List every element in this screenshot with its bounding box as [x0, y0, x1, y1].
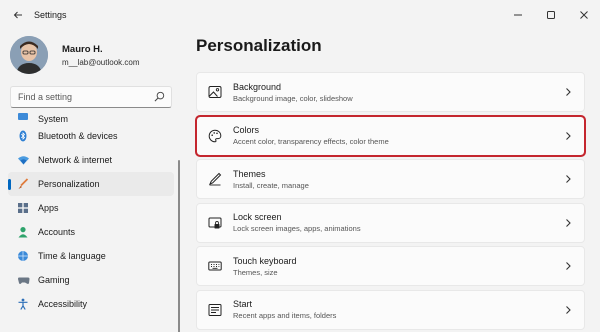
card-title: Lock screen [233, 212, 282, 222]
sidebar-item-apps[interactable]: Apps [8, 196, 174, 220]
profile-name: Mauro H. [62, 43, 103, 55]
chevron-right-icon [566, 305, 571, 314]
start-icon [207, 302, 223, 318]
chevron-right-icon [566, 88, 571, 96]
sidebar: Mauro H. m__lab@outlook.com System Bluet… [0, 30, 190, 332]
sidebar-item-system[interactable]: System [8, 110, 174, 124]
chevron-right-icon [566, 218, 571, 227]
setting-card-themes[interactable]: Themes Install, create, manage [196, 159, 585, 199]
card-subtitle: Background image, color, slideshow [233, 93, 353, 103]
sidebar-item-label: Accounts [38, 227, 76, 237]
sidebar-item-label: Personalization [38, 179, 100, 189]
setting-card-colors[interactable]: Colors Accent color, transparency effect… [195, 114, 586, 157]
sidebar-item-label: System [38, 114, 69, 124]
card-title: Colors [233, 125, 260, 135]
sidebar-nav: System Bluetooth & devices Network & int… [8, 110, 174, 316]
maximize-icon [546, 11, 555, 19]
chevron-right-icon [566, 262, 571, 270]
setting-card-lock-screen[interactable]: Lock screen Lock screen images, apps, an… [196, 202, 585, 243]
brush-icon [16, 177, 30, 191]
palette-icon [207, 128, 223, 144]
settings-list: Background Background image, color, slid… [195, 72, 586, 332]
bluetooth-icon [16, 129, 30, 143]
minimize-button[interactable] [501, 0, 534, 30]
card-title: Touch keyboard [233, 255, 297, 266]
apps-icon [16, 201, 30, 215]
maximize-button[interactable] [534, 0, 567, 30]
image-icon [207, 84, 223, 100]
card-subtitle: Accent color, transparency effects, colo… [233, 137, 389, 146]
search-icon[interactable] [154, 91, 165, 102]
setting-card-start[interactable]: Start Recent apps and items, folders [196, 289, 585, 330]
sidebar-item-accessibility[interactable]: Accessibility [8, 292, 174, 316]
close-icon [579, 11, 588, 19]
globe-clock-icon [16, 249, 30, 263]
sidebar-item-time-language[interactable]: Time & language [8, 244, 174, 268]
sidebar-item-gaming[interactable]: Gaming [8, 268, 174, 292]
wifi-icon [16, 153, 30, 167]
sidebar-item-label: Bluetooth & devices [38, 131, 118, 141]
chevron-right-icon [566, 175, 571, 183]
gamepad-icon [16, 273, 30, 287]
main-content: Personalization Background Background im… [195, 30, 600, 332]
search-input[interactable] [11, 92, 149, 102]
sidebar-item-label: Apps [38, 203, 59, 213]
person-icon [16, 225, 30, 239]
card-title: Start [233, 299, 253, 309]
back-button[interactable] [4, 0, 32, 30]
sidebar-item-label: Accessibility [38, 299, 88, 309]
sidebar-item-bluetooth[interactable]: Bluetooth & devices [8, 124, 174, 148]
card-subtitle: Themes, size [233, 267, 278, 277]
sidebar-item-network[interactable]: Network & internet [8, 148, 174, 172]
avatar-image-icon [10, 36, 48, 74]
window-controls [501, 0, 600, 30]
avatar [10, 36, 48, 74]
search-box[interactable] [10, 86, 172, 108]
setting-card-touch-keyboard[interactable]: Touch keyboard Themes, size [196, 246, 585, 286]
chevron-right-icon [566, 131, 571, 140]
minimize-icon [513, 14, 522, 16]
sidebar-item-label: Network & internet [38, 155, 113, 165]
page-title: Personalization [196, 36, 322, 55]
setting-card-background[interactable]: Background Background image, color, slid… [196, 72, 585, 112]
sidebar-item-label: Gaming [38, 275, 70, 285]
sidebar-item-label: Time & language [38, 251, 106, 261]
title-bar: Settings [0, 0, 600, 30]
accessibility-icon [16, 297, 30, 311]
sidebar-item-personalization[interactable]: Personalization [8, 172, 174, 196]
profile-email: m__lab@outlook.com [62, 57, 140, 67]
keyboard-icon [207, 258, 223, 274]
sidebar-scrollbar[interactable] [178, 160, 180, 332]
close-button[interactable] [567, 0, 600, 30]
card-subtitle: Lock screen images, apps, animations [233, 224, 361, 233]
user-profile[interactable]: Mauro H. m__lab@outlook.com [10, 36, 140, 74]
card-subtitle: Recent apps and items, folders [233, 311, 337, 320]
app-title: Settings [34, 10, 67, 20]
back-arrow-icon [13, 11, 22, 19]
monitor-icon [16, 110, 30, 124]
pen-icon [207, 171, 223, 187]
card-subtitle: Install, create, manage [233, 180, 309, 190]
lock-screen-icon [207, 215, 223, 231]
sidebar-item-accounts[interactable]: Accounts [8, 220, 174, 244]
card-title: Background [233, 81, 282, 92]
card-title: Themes [233, 168, 266, 179]
